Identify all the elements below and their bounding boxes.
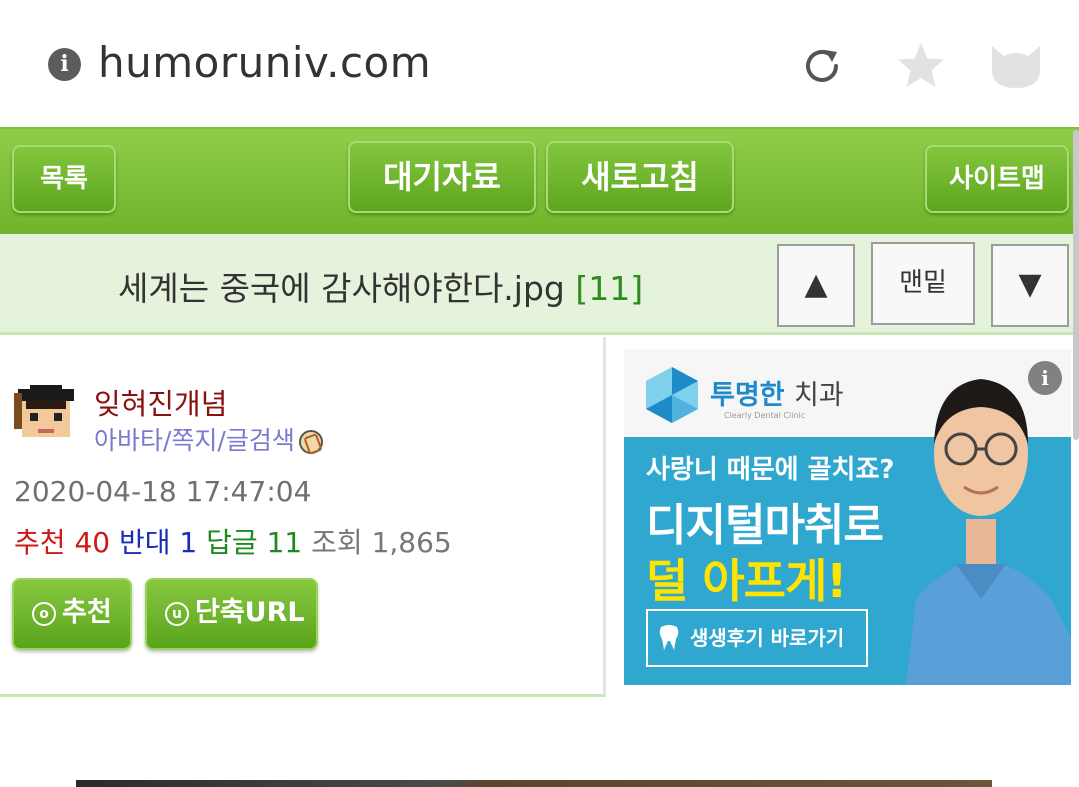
ad-brand-tagline: Clearly Dental Clinic	[724, 411, 806, 420]
ad-headline-2: 디지털마취로	[646, 500, 884, 551]
bookmark-star-icon[interactable]	[895, 40, 947, 92]
oppose-label: 반대	[118, 526, 171, 559]
post-title: 세계는 중국에 감사해야한다.jpg [11]	[118, 262, 643, 310]
refresh-button[interactable]: 새로고침	[546, 141, 734, 213]
reload-icon[interactable]	[800, 44, 844, 88]
site-nav: 목록 대기자료 새로고침 사이트맵	[0, 127, 1079, 234]
go-bottom-button[interactable]: 맨밑	[871, 242, 975, 325]
author-panel: 잊혀진개념 아바타/쪽지/글검색 2020-04-18 17:47:04 추천 …	[0, 337, 606, 697]
recommend-button-label: 추천	[62, 597, 112, 628]
tooth-icon	[659, 625, 679, 650]
author-nickname[interactable]: 잊혀진개념	[94, 381, 227, 423]
view-count: 1,865	[371, 526, 452, 559]
author-links: 아바타/쪽지/글검색	[94, 421, 323, 457]
next-post-button[interactable]: ▼	[991, 244, 1069, 327]
scrollbar[interactable]	[1073, 130, 1079, 440]
pocket-icon[interactable]	[990, 44, 1042, 90]
ad-brand-sub: 치과	[793, 380, 844, 411]
post-stats: 추천 40 반대 1 답글 11 조회 1,865	[14, 521, 452, 561]
doctor-photo	[906, 379, 1071, 685]
reply-label: 답글	[206, 526, 258, 559]
ad-headline-3: 덜 아프게!	[646, 554, 847, 608]
ad-cta-button[interactable]: 생생후기 바로가기	[646, 609, 868, 667]
site-info-icon[interactable]: i	[48, 48, 81, 81]
previous-post-button[interactable]: ▲	[777, 244, 855, 327]
sitemap-button[interactable]: 사이트맵	[925, 145, 1069, 213]
dental-ad-banner[interactable]: 투명한 치과 Clearly Dental Clinic i 사랑니 때문에 골…	[624, 349, 1071, 685]
recommend-label: 추천	[14, 526, 66, 559]
ad-headline-1: 사랑니 때문에 골치죠?	[646, 455, 895, 485]
post-title-bar: 세계는 중국에 감사해야한다.jpg [11] ▲ 맨밑 ▼	[0, 234, 1079, 335]
post-title-text: 세계는 중국에 감사해야한다.jpg	[118, 269, 565, 308]
post-image-top-edge	[76, 780, 992, 787]
recommend-circle-icon: o	[32, 602, 56, 626]
ad-brand: 투명한 치과	[710, 373, 844, 412]
ad-info-icon[interactable]: i	[1028, 361, 1062, 395]
address-bar: i humoruniv.com	[0, 0, 1079, 127]
short-url-circle-icon: u	[165, 602, 189, 626]
view-label: 조회	[311, 526, 363, 559]
comment-count[interactable]: [11]	[575, 269, 643, 308]
oppose-count: 1	[179, 526, 198, 559]
post-date: 2020-04-18 17:47:04	[14, 475, 312, 508]
ad-cta-label: 생생후기 바로가기	[690, 626, 845, 650]
ad-brand-name: 투명한	[710, 380, 785, 411]
url-text[interactable]: humoruniv.com	[98, 38, 431, 87]
waiting-posts-button[interactable]: 대기자료	[348, 141, 536, 213]
recommend-button[interactable]: o 추천	[12, 578, 132, 650]
author-links-text[interactable]: 아바타/쪽지/글검색	[94, 426, 295, 455]
reply-count: 11	[266, 526, 303, 559]
short-url-button-label: 단축URL	[195, 597, 305, 628]
recommend-count: 40	[74, 526, 111, 559]
list-button[interactable]: 목록	[12, 145, 116, 213]
ad-logo-icon	[646, 367, 698, 423]
short-url-button[interactable]: u 단축URL	[145, 578, 318, 650]
avatar[interactable]	[14, 381, 78, 445]
badge-icon	[298, 430, 323, 454]
